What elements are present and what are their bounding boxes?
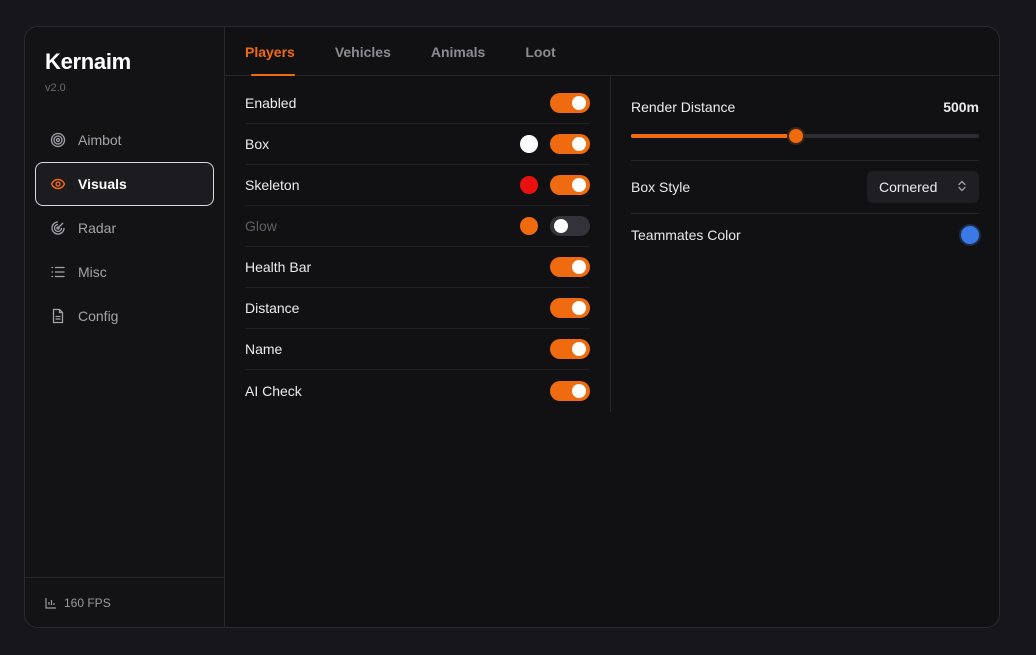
sidebar-nav: Aimbot Visuals Radar Misc Config	[35, 118, 214, 338]
slider-fill	[631, 134, 797, 138]
tab-animals[interactable]: Animals	[431, 27, 485, 76]
app-window: Kernaim v2.0 Aimbot Visuals Radar Misc Confi…	[24, 26, 1000, 628]
option-label: Enabled	[245, 95, 297, 111]
sidebar-item-label: Aimbot	[78, 132, 122, 148]
render-distance-value: 500m	[943, 99, 979, 115]
radar-icon	[50, 220, 66, 236]
option-controls	[520, 216, 590, 236]
option-controls	[550, 339, 590, 359]
box-toggle[interactable]	[550, 134, 590, 154]
option-controls	[550, 93, 590, 113]
players-options: Enabled Box Skeleton Glow Health Bar Distance…	[225, 76, 611, 412]
option-row-health-bar: Health Bar	[245, 247, 590, 288]
option-controls	[550, 380, 590, 401]
sidebar-item-aimbot[interactable]: Aimbot	[35, 118, 214, 162]
sidebar-item-visuals[interactable]: Visuals	[35, 162, 214, 206]
list-icon	[50, 264, 66, 280]
fps-text: 160 FPS	[64, 595, 111, 610]
option-controls	[520, 175, 590, 195]
toggle-knob	[572, 260, 586, 274]
sidebar-item-misc[interactable]: Misc	[35, 250, 214, 294]
sidebar-item-radar[interactable]: Radar	[35, 206, 214, 250]
option-controls	[520, 134, 590, 154]
players-settings: Render Distance 500m Box Style Cornered	[611, 76, 999, 412]
toggle-knob	[572, 342, 586, 356]
skeleton-toggle[interactable]	[550, 175, 590, 195]
target-icon	[50, 132, 66, 148]
option-row-enabled: Enabled	[245, 83, 590, 124]
toggle-knob	[572, 137, 586, 151]
option-row-glow: Glow	[245, 206, 590, 247]
file-icon	[50, 308, 66, 324]
app-version: v2.0	[45, 82, 66, 94]
option-label: Health Bar	[245, 259, 312, 275]
option-row-distance: Distance	[245, 288, 590, 329]
option-label: AI Check	[245, 382, 302, 399]
sidebar-item-label: Visuals	[78, 176, 127, 192]
toggle-knob	[554, 219, 568, 233]
box-style-label: Box Style	[631, 179, 691, 195]
toggle-knob	[572, 96, 586, 110]
box-style-select[interactable]: Cornered	[867, 171, 979, 203]
main-panel: Players Vehicles Animals Loot Enabled Box Ske…	[225, 27, 999, 627]
tab-loot[interactable]: Loot	[525, 27, 555, 76]
eye-icon	[50, 176, 66, 192]
render-distance-setting: Render Distance 500m	[631, 76, 979, 161]
sidebar: Kernaim v2.0 Aimbot Visuals Radar Misc Confi…	[25, 27, 225, 627]
option-label: Skeleton	[245, 177, 300, 193]
distance-toggle[interactable]	[550, 298, 590, 318]
option-label: Box	[245, 136, 270, 152]
toggle-knob	[572, 301, 586, 315]
sidebar-item-config[interactable]: Config	[35, 294, 214, 338]
chevron-updown-icon	[957, 179, 967, 195]
glow-toggle[interactable]	[550, 216, 590, 236]
toggle-knob	[572, 178, 586, 192]
option-label: Name	[245, 341, 283, 357]
glow-color-swatch[interactable]	[520, 217, 538, 235]
option-label: Distance	[245, 300, 300, 316]
option-row-name: Name	[245, 329, 590, 370]
tab-players[interactable]: Players	[245, 27, 295, 76]
render-distance-label: Render Distance	[631, 99, 736, 115]
enabled-toggle[interactable]	[550, 93, 590, 113]
app-title: Kernaim	[45, 49, 131, 74]
teammates-color-label: Teammates Color	[631, 227, 741, 243]
name-toggle[interactable]	[550, 339, 590, 359]
render-distance-slider[interactable]	[631, 129, 979, 143]
skeleton-color-swatch[interactable]	[520, 176, 538, 194]
tab-bar: Players Vehicles Animals Loot	[225, 27, 999, 76]
content-area: Enabled Box Skeleton Glow Health Bar Distance…	[225, 76, 999, 412]
option-row-skeleton: Skeleton	[245, 165, 590, 206]
option-row-box: Box	[245, 124, 590, 165]
teammates-color-setting: Teammates Color	[631, 214, 979, 256]
teammates-color-swatch[interactable]	[961, 226, 979, 244]
box-color-swatch[interactable]	[520, 135, 538, 153]
tab-vehicles[interactable]: Vehicles	[335, 27, 391, 76]
sidebar-item-label: Radar	[78, 220, 117, 236]
sidebar-item-label: Misc	[78, 264, 107, 280]
health-bar-toggle[interactable]	[550, 257, 590, 277]
option-label: Glow	[245, 218, 277, 234]
sidebar-item-label: Config	[78, 308, 119, 324]
option-row-ai-check: AI Check	[245, 370, 590, 411]
bar-chart-icon	[45, 597, 57, 609]
fps-counter: 160 FPS	[25, 577, 224, 627]
ai-check-toggle[interactable]	[550, 380, 590, 401]
option-controls	[550, 298, 590, 318]
slider-thumb[interactable]	[789, 129, 804, 143]
toggle-knob	[572, 383, 586, 398]
box-style-setting: Box Style Cornered	[631, 161, 979, 214]
option-controls	[550, 257, 590, 277]
box-style-value: Cornered	[879, 179, 938, 195]
